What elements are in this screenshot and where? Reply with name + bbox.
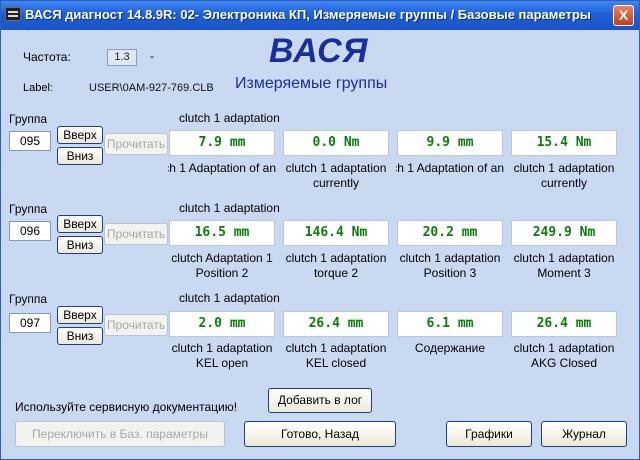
- value-caption: clutch 1 adaptation currently: [513, 161, 615, 190]
- close-button[interactable]: X: [613, 5, 634, 26]
- read-button[interactable]: Прочитать: [104, 223, 168, 245]
- value-field: 16.5 mm: [169, 220, 275, 246]
- group-heading: clutch 1 adaptation: [179, 201, 280, 215]
- value-field: 2.0 mm: [169, 311, 275, 337]
- app-logo-text: ВАСЯ: [269, 32, 369, 70]
- value-caption: clutch 1 adaptation KEL open: [171, 341, 273, 370]
- value-caption: Содержание: [414, 341, 486, 355]
- value-field: 9.9 mm: [397, 130, 503, 156]
- value-field: 15.4 Nm: [511, 130, 617, 156]
- value-field: 0.0 Nm: [283, 130, 389, 156]
- group-label: Группа: [9, 202, 48, 216]
- group-down-button[interactable]: Вниз: [57, 147, 103, 165]
- group-number-input[interactable]: 097: [9, 313, 51, 333]
- value-field: 20.2 mm: [397, 220, 503, 246]
- window-title: ВАСЯ диагност 14.8.9R: 02- Электроника К…: [25, 7, 591, 22]
- journal-button[interactable]: Журнал: [541, 421, 627, 447]
- read-button[interactable]: Прочитать: [104, 133, 168, 155]
- value-caption: clutch 1 adaptation AKG Closed: [513, 341, 615, 370]
- value-caption: clutch 1 Adaptation of an: [396, 161, 504, 175]
- app-icon[interactable]: [5, 7, 21, 21]
- title-bar[interactable]: ВАСЯ диагност 14.8.9R: 02- Электроника К…: [1, 1, 639, 30]
- label-value: USER\0AM-927-769.CLB: [89, 82, 214, 94]
- value-caption: clutch 1 adaptation KEL closed: [285, 341, 387, 370]
- main-window: ВАСЯ диагност 14.8.9R: 02- Электроника К…: [0, 0, 640, 460]
- frequency-label: Частота:: [23, 50, 71, 64]
- value-field: 26.4 mm: [511, 311, 617, 337]
- value-field: 26.4 mm: [283, 311, 389, 337]
- value-caption: clutch 1 adaptation Moment 3: [513, 251, 615, 280]
- value-caption: clutch 1 adaptation torque 2: [285, 251, 387, 280]
- graphs-button[interactable]: Графики: [446, 421, 532, 447]
- group-up-button[interactable]: Вверх: [57, 126, 103, 144]
- switch-basic-params-button[interactable]: Переключить в Баз. параметры: [15, 421, 225, 447]
- read-button[interactable]: Прочитать: [104, 314, 168, 336]
- value-caption: clutch Adaptation 1 Position 2: [171, 251, 273, 280]
- value-field: 249.9 Nm: [511, 220, 617, 246]
- service-doc-note: Используйте сервисную документацию!: [15, 400, 238, 414]
- group-number-input[interactable]: 096: [9, 221, 51, 241]
- label-label: Label:: [23, 82, 53, 94]
- add-to-log-button[interactable]: Добавить в лог: [268, 388, 372, 413]
- group-down-button[interactable]: Вниз: [57, 327, 103, 345]
- value-field: 146.4 Nm: [283, 220, 389, 246]
- value-caption: clutch 1 adaptation currently: [285, 161, 387, 190]
- section-title: Измеряемые группы: [235, 75, 388, 92]
- group-label: Группа: [9, 112, 48, 126]
- group-up-button[interactable]: Вверх: [57, 306, 103, 324]
- group-up-button[interactable]: Вверх: [57, 215, 103, 233]
- value-field: 7.9 mm: [169, 130, 275, 156]
- done-back-button[interactable]: Готово, Назад: [244, 421, 396, 447]
- group-heading: clutch 1 adaptation: [179, 111, 280, 125]
- group-label: Группа: [9, 292, 48, 306]
- group-down-button[interactable]: Вниз: [57, 236, 103, 254]
- frequency-value: 1.3: [107, 49, 137, 66]
- value-caption: clutch 1 Adaptation of an: [168, 161, 276, 175]
- group-number-input[interactable]: 095: [9, 131, 51, 151]
- value-field: 6.1 mm: [397, 311, 503, 337]
- group-heading: clutch 1 adaptation: [179, 291, 280, 305]
- frequency-dash: -: [150, 49, 154, 63]
- value-caption: clutch 1 adaptation Position 3: [399, 251, 501, 280]
